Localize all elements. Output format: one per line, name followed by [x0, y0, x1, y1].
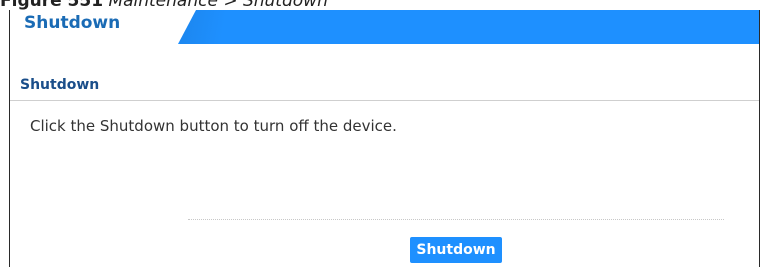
shutdown-button[interactable]: Shutdown: [410, 237, 502, 263]
tab-shutdown[interactable]: Shutdown: [10, 10, 196, 44]
tab-bar: Shutdown: [10, 10, 759, 44]
section-title: Shutdown: [20, 77, 100, 93]
shutdown-panel: Shutdown Shutdown Click the Shutdown but…: [9, 10, 760, 267]
shutdown-description: Click the Shutdown button to turn off th…: [30, 117, 397, 135]
tab-bar-background: [180, 10, 759, 44]
button-divider: [188, 219, 724, 220]
tab-shutdown-label: Shutdown: [24, 13, 121, 33]
section-divider: [10, 100, 759, 101]
